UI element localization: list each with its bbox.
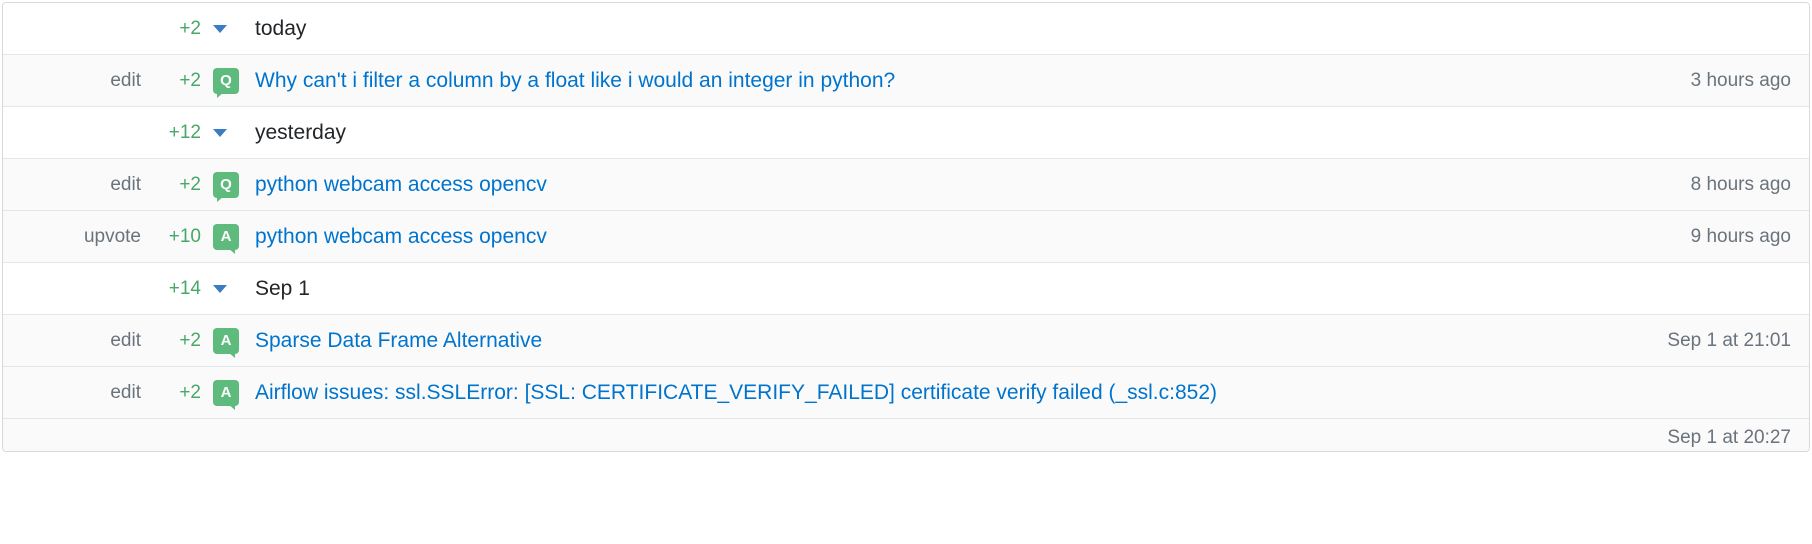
post-title-link[interactable]: python webcam access opencv [255, 225, 547, 248]
group-header[interactable]: +14 Sep 1 [3, 263, 1809, 315]
event-time: Sep 1 at 21:01 [1651, 330, 1791, 352]
badge-cell: Q [213, 68, 249, 94]
title-cell: Airflow issues: ssl.SSLError: [SSL: CERT… [249, 381, 1791, 405]
answer-badge-icon: A [213, 328, 239, 354]
toggle-cell[interactable] [213, 129, 249, 137]
badge-cell: A [213, 380, 249, 406]
badge-letter: A [221, 384, 232, 401]
badge-letter: A [221, 228, 232, 245]
title-cell: Why can't i filter a column by a float l… [249, 69, 1675, 93]
group-label: Sep 1 [249, 277, 310, 301]
chevron-down-icon[interactable] [213, 129, 227, 137]
badge-cell: Q [213, 172, 249, 198]
post-title-link[interactable]: Why can't i filter a column by a float l… [255, 69, 895, 92]
group-header[interactable]: +2 today [3, 3, 1809, 55]
event-action: edit [21, 174, 151, 196]
rep-change: +10 [151, 226, 213, 248]
event-time-row: Sep 1 at 20:27 [3, 419, 1809, 451]
event-action: upvote [21, 226, 151, 248]
reputation-event-row: upvote +10 A python webcam access opencv… [3, 211, 1809, 263]
badge-letter: Q [220, 72, 232, 89]
toggle-cell[interactable] [213, 25, 249, 33]
rep-change: +2 [151, 18, 213, 40]
event-time: 8 hours ago [1675, 174, 1791, 196]
title-cell: python webcam access opencv [249, 173, 1675, 197]
event-action: edit [21, 330, 151, 352]
post-title-link[interactable]: Airflow issues: ssl.SSLError: [SSL: CERT… [255, 381, 1217, 404]
question-badge-icon: Q [213, 68, 239, 94]
event-action: edit [21, 382, 151, 404]
title-cell: Sparse Data Frame Alternative [249, 329, 1651, 353]
question-badge-icon: Q [213, 172, 239, 198]
group-label: today [249, 17, 306, 41]
badge-cell: A [213, 328, 249, 354]
answer-badge-icon: A [213, 224, 239, 250]
rep-change: +2 [151, 382, 213, 404]
chevron-down-icon[interactable] [213, 285, 227, 293]
reputation-event-row: edit +2 Q Why can't i filter a column by… [3, 55, 1809, 107]
rep-change: +14 [151, 278, 213, 300]
reputation-event-row: edit +2 A Sparse Data Frame Alternative … [3, 315, 1809, 367]
rep-change: +12 [151, 122, 213, 144]
event-action: edit [21, 70, 151, 92]
rep-change: +2 [151, 174, 213, 196]
group-label: yesterday [249, 121, 346, 145]
group-header[interactable]: +12 yesterday [3, 107, 1809, 159]
post-title-link[interactable]: Sparse Data Frame Alternative [255, 329, 542, 352]
chevron-down-icon[interactable] [213, 25, 227, 33]
event-time: Sep 1 at 20:27 [1667, 427, 1791, 449]
badge-letter: A [221, 332, 232, 349]
rep-change: +2 [151, 330, 213, 352]
post-title-link[interactable]: python webcam access opencv [255, 173, 547, 196]
badge-letter: Q [220, 176, 232, 193]
answer-badge-icon: A [213, 380, 239, 406]
event-time: 3 hours ago [1675, 70, 1791, 92]
toggle-cell[interactable] [213, 285, 249, 293]
badge-cell: A [213, 224, 249, 250]
title-cell: python webcam access opencv [249, 225, 1675, 249]
reputation-event-row: edit +2 A Airflow issues: ssl.SSLError: … [3, 367, 1809, 419]
event-time: 9 hours ago [1675, 226, 1791, 248]
reputation-event-row: edit +2 Q python webcam access opencv 8 … [3, 159, 1809, 211]
rep-change: +2 [151, 70, 213, 92]
